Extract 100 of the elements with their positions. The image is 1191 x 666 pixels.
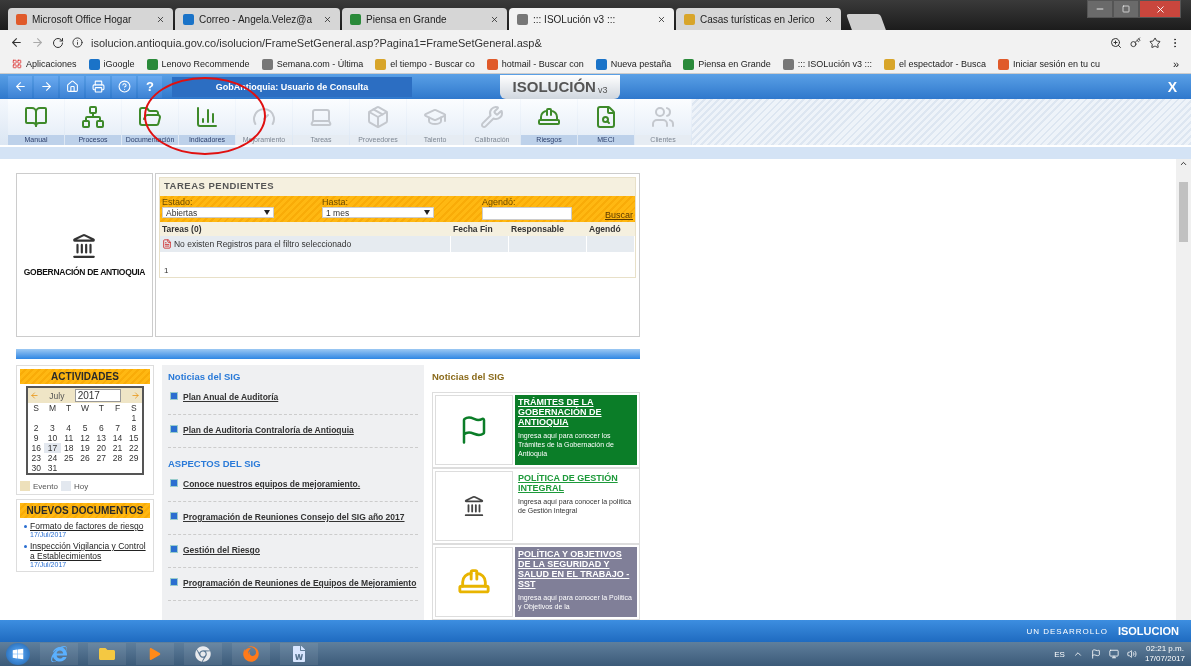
browser-tab[interactable]: Piensa en Grande [342, 8, 507, 30]
news-link[interactable]: Gestión del Riesgo [183, 545, 260, 555]
dropdown[interactable]: Abiertas [162, 207, 274, 218]
calendar-day[interactable]: 14 [109, 433, 126, 443]
calendar-day[interactable]: 12 [76, 433, 94, 443]
home-button[interactable] [60, 75, 84, 98]
calendar-day[interactable]: 25 [60, 453, 77, 463]
card-link[interactable]: POLÍTICA Y OBJETIVOS DE LA SEGURIDAD Y SALUD EN EL TRABAJO - SST [518, 549, 634, 589]
calendar-day[interactable]: 23 [28, 453, 45, 463]
document-link[interactable]: Formato de factores de riesgo [30, 521, 144, 531]
news-link[interactable]: Programación de Reuniones Consejo del SIG año 2017 [183, 512, 405, 522]
taskbar-app-button[interactable] [280, 643, 318, 665]
flag-icon[interactable] [1090, 649, 1101, 659]
close-button[interactable]: X [1161, 77, 1183, 96]
reload-icon[interactable] [52, 36, 64, 49]
bookmark[interactable]: hotmail - Buscar con [486, 58, 584, 70]
star-icon[interactable] [1149, 36, 1161, 49]
taskbar-app-button[interactable] [136, 643, 174, 665]
calendar-day[interactable]: 20 [93, 443, 110, 453]
bookmark[interactable]: iGoogle [88, 58, 135, 70]
close-icon[interactable] [824, 14, 833, 24]
page-number[interactable]: 1 [160, 252, 635, 277]
calendar-day[interactable]: 22 [125, 443, 142, 453]
calendar-day[interactable]: 6 [93, 423, 110, 433]
minimize-button[interactable] [1087, 0, 1113, 18]
news-link[interactable]: Programación de Reuniones de Equipos de Mejoramiento [183, 578, 417, 588]
new-tab-button[interactable] [846, 14, 886, 30]
search-link[interactable]: Buscar [605, 210, 633, 220]
calendar-day[interactable]: 11 [60, 433, 77, 443]
bookmark[interactable]: ::: ISOLución v3 ::: [782, 58, 872, 70]
calendar-day[interactable]: 10 [44, 433, 61, 443]
bookmark[interactable]: Iniciar sesión en tu cu [997, 58, 1100, 70]
calendar-day[interactable]: 17 [44, 443, 61, 453]
back-button[interactable] [8, 75, 32, 98]
calendar-day[interactable]: 26 [76, 453, 94, 463]
more-bookmarks-button[interactable]: » [1172, 58, 1179, 70]
document-link[interactable]: Inspección Vigilancia y Control a Establecimientos [30, 541, 150, 561]
taskbar-app-button[interactable] [40, 643, 78, 665]
printer-button[interactable] [86, 75, 110, 98]
bookmark[interactable]: Nueva pestaña [595, 58, 672, 70]
bookmark[interactable]: el espectador - Busca [883, 58, 986, 70]
news-link[interactable]: Plan de Auditoria Contraloría de Antioquia [183, 425, 354, 435]
help-circle-button[interactable] [112, 75, 136, 98]
browser-tab[interactable]: Correo - Angela.Velez@a [175, 8, 340, 30]
back-icon[interactable] [10, 36, 23, 49]
close-icon[interactable] [323, 14, 332, 24]
calendar-day[interactable]: 29 [125, 453, 142, 463]
dropdown[interactable]: 1 mes [322, 207, 434, 218]
info-icon[interactable] [72, 37, 83, 48]
calendar-day[interactable]: 30 [28, 463, 45, 473]
start-button[interactable] [6, 643, 30, 665]
maximize-button[interactable] [1113, 0, 1139, 18]
news-link[interactable]: Conoce nuestros equipos de mejoramiento. [183, 479, 361, 489]
document-icon [162, 239, 172, 249]
clock[interactable]: 02:21 p.m. 17/07/2017 [1144, 644, 1185, 664]
card-link[interactable]: TRÁMITES DE LA GOBERNACIÓN DE ANTIOQUIA [518, 397, 634, 427]
calendar-day[interactable]: 15 [125, 433, 142, 443]
volume-icon[interactable] [1126, 649, 1137, 659]
calendar-day[interactable]: 13 [93, 433, 110, 443]
taskbar-app-button[interactable] [184, 643, 222, 665]
close-icon[interactable] [156, 14, 165, 24]
calendar-day[interactable]: 2 [28, 423, 45, 433]
taskbar-app-button[interactable] [88, 643, 126, 665]
calendar-day[interactable]: 9 [28, 433, 45, 443]
close-icon[interactable] [657, 14, 666, 24]
calendar-day[interactable]: 5 [76, 423, 94, 433]
forward-button[interactable] [34, 75, 58, 98]
calendar-day[interactable]: 24 [44, 453, 61, 463]
calendar-day[interactable]: 4 [60, 423, 77, 433]
calendar-day[interactable]: 3 [44, 423, 61, 433]
close-icon[interactable] [490, 14, 499, 24]
calendar-day[interactable]: 28 [109, 453, 126, 463]
field-label: Hasta: [322, 197, 349, 207]
scroll-up-icon[interactable] [1179, 159, 1188, 168]
calendar-day[interactable]: 7 [109, 423, 126, 433]
calendar-day[interactable]: 27 [93, 453, 110, 463]
calendar-day[interactable]: 18 [60, 443, 77, 453]
key-icon[interactable] [1130, 37, 1141, 48]
language-indicator[interactable]: ES [1054, 649, 1065, 659]
browser-tab[interactable]: ::: ISOLución v3 ::: [509, 8, 674, 30]
scrollbar-thumb[interactable] [1179, 182, 1188, 242]
input-field[interactable] [482, 207, 572, 220]
bookmark[interactable]: Lenovo Recommende [146, 58, 250, 70]
calendar-day[interactable]: 19 [76, 443, 94, 453]
browser-tab[interactable]: Casas turísticas en Jerico [676, 8, 841, 30]
bookmark[interactable]: Semana.com - Última [261, 58, 364, 70]
bookmark[interactable]: Aplicaciones [12, 59, 77, 69]
bookmark[interactable]: el tiempo - Buscar co [375, 58, 475, 70]
bookmark[interactable]: Piensa en Grande [683, 58, 771, 70]
browser-tab[interactable]: Microsoft Office Hogar [8, 8, 173, 30]
calendar-day[interactable]: 31 [44, 463, 61, 473]
calendar-day[interactable]: 1 [125, 413, 142, 423]
zoom-icon[interactable] [1110, 36, 1122, 49]
calendar-day[interactable]: 21 [109, 443, 126, 453]
taskbar-app-button[interactable] [232, 643, 270, 665]
calendar-day[interactable]: 8 [125, 423, 142, 433]
card-link[interactable]: POLÍTICA DE GESTIÓN INTEGRAL [518, 473, 634, 493]
year-field[interactable]: 2017 [74, 389, 121, 402]
news-link[interactable]: Plan Anual de Auditoría [183, 392, 279, 402]
calendar-day[interactable]: 16 [28, 443, 45, 453]
